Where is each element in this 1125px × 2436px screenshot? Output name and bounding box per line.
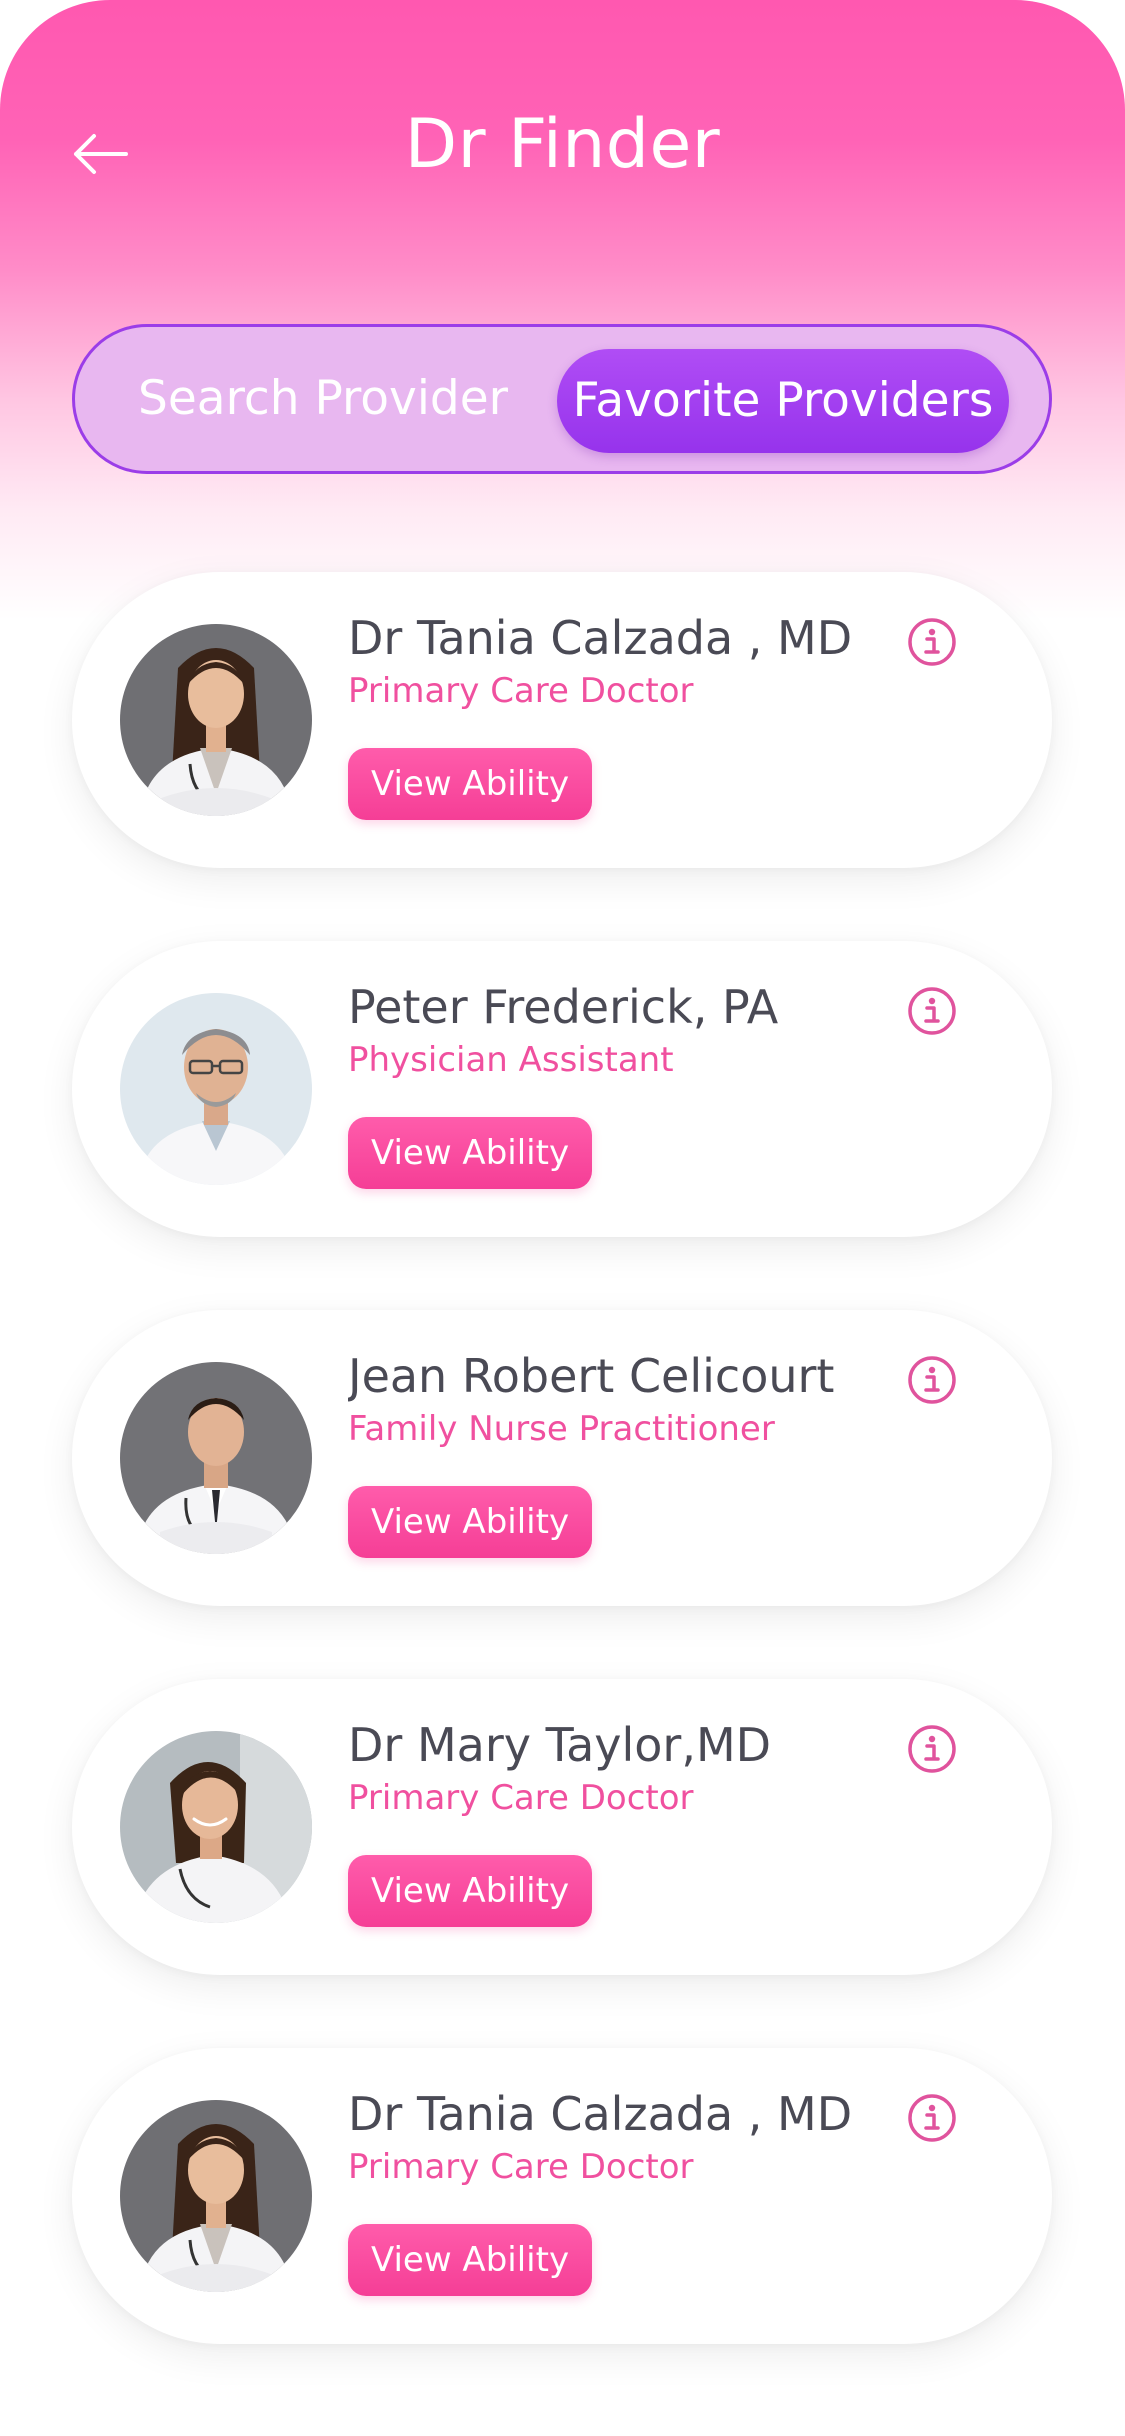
provider-card[interactable]: Peter Frederick, PA Physician Assistant … [72, 941, 1052, 1237]
provider-name: Dr Tania Calzada , MD [348, 611, 853, 665]
provider-card[interactable]: Dr Mary Taylor,MD Primary Care Doctor Vi… [72, 1679, 1052, 1975]
provider-role: Family Nurse Practitioner [348, 1409, 775, 1449]
provider-photo [120, 2100, 312, 2292]
info-icon[interactable] [906, 616, 958, 668]
tab-search-provider[interactable]: Search Provider [133, 370, 513, 428]
provider-role: Primary Care Doctor [348, 671, 694, 711]
provider-card[interactable]: Jean Robert Celicourt Family Nurse Pract… [72, 1310, 1052, 1606]
provider-card[interactable]: Dr Tania Calzada , MD Primary Care Docto… [72, 572, 1052, 868]
view-ability-button[interactable]: View Ability [348, 2224, 592, 2296]
provider-role: Primary Care Doctor [348, 1778, 694, 1818]
view-ability-button[interactable]: View Ability [348, 1486, 592, 1558]
provider-photo [120, 624, 312, 816]
info-icon[interactable] [906, 1723, 958, 1775]
view-ability-button[interactable]: View Ability [348, 1855, 592, 1927]
info-icon[interactable] [906, 2092, 958, 2144]
provider-photo [120, 993, 312, 1185]
provider-name: Jean Robert Celicourt [348, 1349, 835, 1403]
view-ability-button[interactable]: View Ability [348, 1117, 592, 1189]
tab-favorite-providers[interactable]: Favorite Providers [557, 349, 1009, 453]
provider-role: Primary Care Doctor [348, 2147, 694, 2187]
dr-finder-screen: Dr Finder Search Provider Favorite Provi… [0, 0, 1125, 2436]
provider-list: Dr Tania Calzada , MD Primary Care Docto… [72, 572, 1052, 2417]
info-icon[interactable] [906, 1354, 958, 1406]
provider-photo [120, 1731, 312, 1923]
provider-name: Dr Tania Calzada , MD [348, 2087, 853, 2141]
provider-tabs: Search Provider Favorite Providers [72, 324, 1052, 474]
provider-role: Physician Assistant [348, 1040, 674, 1080]
page-title: Dr Finder [404, 105, 721, 184]
provider-card[interactable]: Dr Tania Calzada , MD Primary Care Docto… [72, 2048, 1052, 2344]
provider-name: Dr Mary Taylor,MD [348, 1718, 772, 1772]
provider-name: Peter Frederick, PA [348, 980, 779, 1034]
info-icon[interactable] [906, 985, 958, 1037]
view-ability-button[interactable]: View Ability [348, 748, 592, 820]
provider-photo [120, 1362, 312, 1554]
